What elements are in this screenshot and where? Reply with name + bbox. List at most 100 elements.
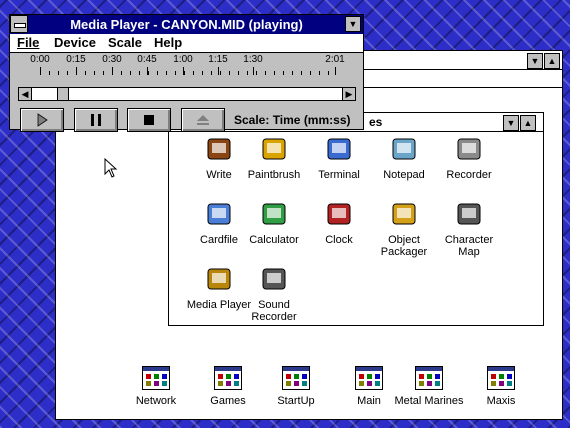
maximize-button[interactable]: ▲: [544, 53, 560, 69]
sound-recorder-icon: [258, 263, 290, 295]
trackbar-thumb[interactable]: [56, 87, 69, 101]
notepad-icon: [388, 133, 420, 165]
program-group-label: Network: [135, 395, 177, 407]
scale-tick-minor: [103, 71, 104, 75]
pause-button[interactable]: [74, 108, 118, 132]
scale-tick-minor: [247, 71, 248, 75]
scale-tick-label: 0:00: [30, 54, 50, 65]
program-item-label: Notepad: [383, 169, 425, 181]
scale-tick-label: 1:00: [173, 54, 193, 65]
scale-tick-minor: [67, 71, 68, 75]
scale-tick-label: 1:30: [243, 54, 263, 65]
scale-tick-minor: [184, 71, 185, 75]
scale-tick-minor: [139, 71, 140, 75]
system-menu-button[interactable]: [10, 15, 28, 33]
accessories-window: es ▼ ▲ Write Paintbrush Terminal Notepad Rec…: [168, 112, 544, 326]
play-icon: [37, 113, 48, 127]
menu-scale[interactable]: Scale: [108, 35, 142, 50]
scale-tick-minor: [274, 71, 275, 75]
program-item-terminal[interactable]: Terminal: [304, 133, 374, 181]
scale-tick-minor: [58, 71, 59, 75]
program-group-icon: [487, 366, 515, 390]
accessories-minimize-button[interactable]: ▼: [503, 115, 519, 131]
write-icon: [203, 133, 235, 165]
scale-tick-label: 0:45: [137, 54, 157, 65]
scale-tick-minor: [148, 71, 149, 75]
paintbrush-icon: [258, 133, 290, 165]
program-group-icon: [142, 366, 170, 390]
menu-file[interactable]: File: [17, 35, 39, 50]
program-item-calculator[interactable]: Calculator: [239, 198, 309, 246]
scale-tick-minor: [121, 71, 122, 75]
program-group-label: Games: [210, 395, 246, 407]
scale-tick-minor: [328, 71, 329, 75]
scale-tick-minor: [175, 71, 176, 75]
scale-tick-major: [253, 67, 254, 75]
object-packager-icon: [388, 198, 420, 230]
stop-icon: [144, 115, 154, 125]
menu-help[interactable]: Help: [154, 35, 182, 50]
scale-tick-label: 0:15: [66, 54, 86, 65]
program-item-notepad[interactable]: Notepad: [369, 133, 439, 181]
program-item-label: Paintbrush: [247, 169, 301, 181]
program-group-icon: [415, 366, 443, 390]
scale-tick-minor: [256, 71, 257, 75]
scale-tick-label: 0:30: [102, 54, 122, 65]
program-group-network[interactable]: Network: [116, 366, 196, 407]
scale-tick-minor: [238, 71, 239, 75]
program-group-maxis[interactable]: Maxis: [461, 366, 541, 407]
scale-tick-minor: [211, 71, 212, 75]
program-group-label: Metal Marines: [394, 395, 464, 407]
scale-tick-minor: [301, 71, 302, 75]
program-group-startup[interactable]: StartUp: [256, 366, 336, 407]
position-trackbar[interactable]: ◀ ▶: [18, 87, 356, 101]
media-player-title-bar[interactable]: Media Player - CANYON.MID (playing) ▼: [10, 15, 363, 34]
program-item-label: Clock: [325, 234, 353, 246]
program-item-sound-recorder[interactable]: Sound Recorder: [239, 263, 309, 323]
scale-tick-minor: [85, 71, 86, 75]
accessories-title: es: [369, 115, 383, 129]
scale-tick-minor: [112, 71, 113, 75]
scale-tick-minor: [265, 71, 266, 75]
scale-tick-minor: [283, 71, 284, 75]
trackbar-right-arrow[interactable]: ▶: [342, 87, 356, 101]
program-item-label: Character Map: [444, 234, 494, 258]
program-group-icon: [355, 366, 383, 390]
menu-device[interactable]: Device: [54, 35, 96, 50]
scale-tick-minor: [40, 71, 41, 75]
scale-tick-minor: [310, 71, 311, 75]
scale-tick-major: [218, 67, 219, 75]
menu-bar: File Device Scale Help: [10, 34, 363, 53]
scale-tick-minor: [292, 71, 293, 75]
program-group-metal-marines[interactable]: Metal Marines: [389, 366, 469, 407]
minimize-button[interactable]: ▼: [527, 53, 543, 69]
program-item-clock[interactable]: Clock: [304, 198, 374, 246]
play-button[interactable]: [20, 108, 64, 132]
program-item-paintbrush[interactable]: Paintbrush: [239, 133, 309, 181]
program-group-icon: [214, 366, 242, 390]
scale-tick-minor: [166, 71, 167, 75]
mouse-cursor-icon: [104, 158, 118, 178]
scale-tick-minor: [202, 71, 203, 75]
program-item-label: Terminal: [318, 169, 360, 181]
program-item-character-map[interactable]: Character Map: [434, 198, 504, 258]
cardfile-icon: [203, 198, 235, 230]
scale-tick-label: 1:15: [208, 54, 228, 65]
scale-tick-label: 2:01: [325, 54, 345, 65]
media-player-minimize-button[interactable]: ▼: [345, 16, 361, 32]
scale-tick-minor: [76, 71, 77, 75]
program-item-recorder[interactable]: Recorder: [434, 133, 504, 181]
eject-button[interactable]: [181, 108, 225, 132]
scale-tick-minor: [220, 71, 221, 75]
terminal-icon: [323, 133, 355, 165]
program-group-icon: [282, 366, 310, 390]
eject-icon: [197, 115, 209, 125]
accessories-maximize-button[interactable]: ▲: [520, 115, 536, 131]
pause-icon: [91, 114, 101, 126]
scale-tick-minor: [319, 71, 320, 75]
program-item-object-packager[interactable]: Object Packager: [369, 198, 439, 258]
trackbar-left-arrow[interactable]: ◀: [18, 87, 32, 101]
recorder-icon: [453, 133, 485, 165]
stop-button[interactable]: [127, 108, 171, 132]
media-player-icon: [203, 263, 235, 295]
